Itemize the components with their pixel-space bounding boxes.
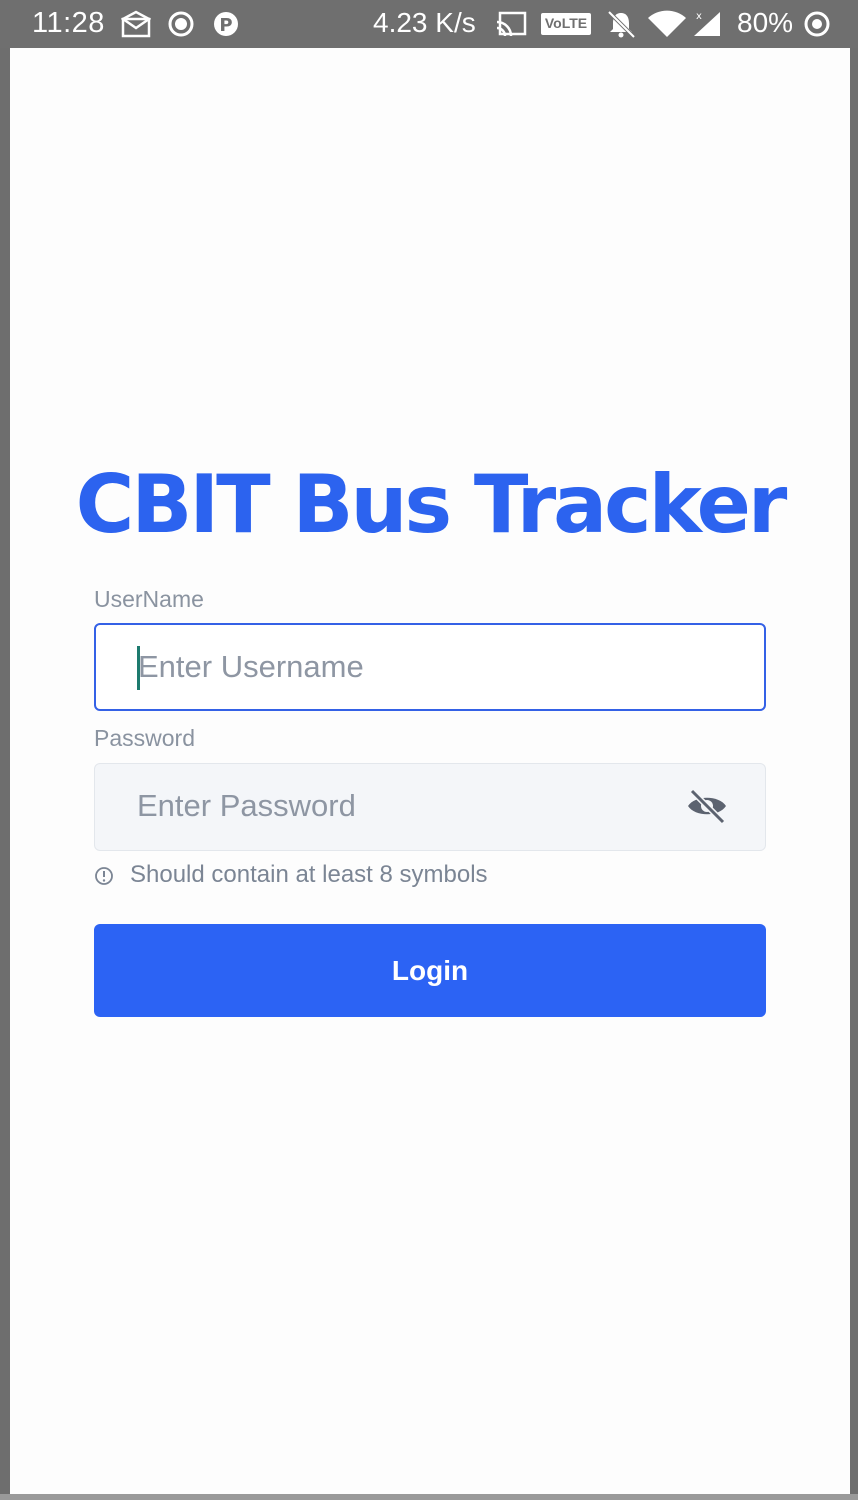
info-icon <box>95 867 113 885</box>
svg-text:P: P <box>219 15 232 36</box>
login-screen: CBIT Bus Tracker UserName Password Shoul… <box>10 48 850 1494</box>
svg-text:x: x <box>696 11 702 22</box>
username-input[interactable] <box>138 625 658 709</box>
envelope-icon <box>121 10 151 38</box>
signal-icon: x <box>694 11 720 36</box>
cast-icon <box>496 11 527 37</box>
text-cursor <box>137 646 140 690</box>
password-input[interactable] <box>137 764 657 848</box>
eye-off-icon[interactable] <box>685 786 729 826</box>
username-field[interactable] <box>94 623 766 711</box>
volte-icon: VoLTE <box>541 13 591 35</box>
login-button[interactable]: Login <box>94 924 766 1017</box>
hint-text: Should contain at least 8 symbols <box>130 861 488 888</box>
status-bar: 11:28 P 4.23 K/s VoLTE x 80% <box>0 0 858 48</box>
record-icon <box>168 11 194 37</box>
password-field[interactable] <box>94 763 766 851</box>
volte-label: VoLTE <box>544 15 588 31</box>
network-speed: 4.23 K/s <box>373 7 476 38</box>
mute-icon <box>607 10 636 38</box>
status-time: 11:28 <box>32 7 105 39</box>
app-title: CBIT Bus Tracker <box>75 458 788 551</box>
password-label: Password <box>94 725 195 751</box>
wifi-icon <box>648 10 686 37</box>
navigation-bar-edge <box>0 1494 858 1500</box>
battery-percent: 80% <box>737 7 794 38</box>
p-app-icon: P <box>214 12 238 36</box>
username-label: UserName <box>94 586 204 612</box>
battery-icon <box>804 11 830 37</box>
